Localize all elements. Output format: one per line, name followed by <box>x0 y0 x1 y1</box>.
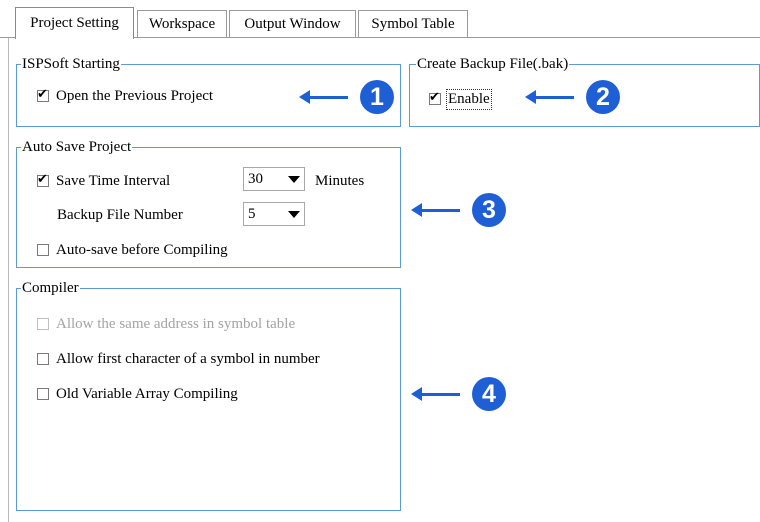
old-variable-array-checkbox[interactable]: Old Variable Array Compiling <box>37 384 238 404</box>
check-mark-icon: ✔ <box>429 90 440 105</box>
dropdown-value: 5 <box>248 206 256 222</box>
check-mark-icon: ✔ <box>37 172 48 187</box>
checkbox-box[interactable]: ✔ <box>37 87 49 102</box>
arrow-left-icon <box>411 386 460 401</box>
tab-output-window[interactable]: Output Window <box>229 10 356 37</box>
save-interval-dropdown[interactable]: 30 <box>243 167 305 191</box>
checkbox-label: Allow first character of a symbol in num… <box>56 350 320 367</box>
dropdown-arrow-icon[interactable] <box>288 211 300 218</box>
group-title: Create Backup File(.bak) <box>416 54 570 74</box>
auto-save-before-compiling-checkbox[interactable]: Auto-save before Compiling <box>37 240 228 260</box>
group-title: Compiler <box>21 278 80 298</box>
tab-bar: Project Setting Workspace Output Window … <box>0 0 760 40</box>
checkbox-label: Open the Previous Project <box>56 87 214 104</box>
arrow-left-icon <box>525 89 574 104</box>
save-time-interval-checkbox[interactable]: ✔ Save Time Interval <box>37 171 170 191</box>
callout-2: 2 <box>525 80 620 114</box>
enable-backup-checkbox[interactable]: ✔ Enable <box>429 88 492 110</box>
group-title: ISPSoft Starting <box>21 54 121 74</box>
checkbox-box[interactable]: ✔ <box>37 172 49 187</box>
tab-workspace[interactable]: Workspace <box>137 10 227 37</box>
same-address-checkbox: Allow the same address in symbol table <box>37 314 295 334</box>
group-auto-save: Auto Save Project ✔ Save Time Interval 3… <box>16 137 401 268</box>
minutes-label: Minutes <box>315 172 365 189</box>
arrow-left-icon <box>411 202 460 217</box>
backup-number-dropdown[interactable]: 5 <box>243 202 305 226</box>
checkbox-box[interactable] <box>37 244 49 256</box>
dropdown-arrow-icon[interactable] <box>288 176 300 183</box>
checkbox-label: Old Variable Array Compiling <box>56 385 238 402</box>
first-char-number-checkbox[interactable]: Allow first character of a symbol in num… <box>37 349 320 369</box>
checkbox-label: Allow the same address in symbol table <box>56 315 296 332</box>
callout-number: 2 <box>586 80 620 114</box>
group-compiler: Compiler Allow the same address in symbo… <box>16 278 401 511</box>
checkbox-label: Enable <box>446 88 492 110</box>
callout-4: 4 <box>411 377 506 411</box>
dropdown-value: 30 <box>248 171 263 187</box>
backup-file-number-label: Backup File Number <box>57 206 183 223</box>
arrow-left-icon <box>299 89 348 104</box>
check-mark-icon: ✔ <box>37 87 48 102</box>
tab-symbol-table[interactable]: Symbol Table <box>358 10 468 37</box>
checkbox-box <box>37 318 49 330</box>
checkbox-box[interactable]: ✔ <box>429 90 441 105</box>
callout-1: 1 <box>299 80 394 114</box>
callout-number: 3 <box>472 193 506 227</box>
open-previous-project-checkbox[interactable]: ✔ Open the Previous Project <box>37 86 213 106</box>
checkbox-label: Auto-save before Compiling <box>56 241 228 258</box>
checkbox-box[interactable] <box>37 388 49 400</box>
tab-project-setting[interactable]: Project Setting <box>15 7 134 39</box>
group-title: Auto Save Project <box>21 137 133 157</box>
callout-3: 3 <box>411 193 506 227</box>
checkbox-label: Save Time Interval <box>56 172 171 189</box>
checkbox-box[interactable] <box>37 353 49 365</box>
callout-number: 1 <box>360 80 394 114</box>
callout-number: 4 <box>472 377 506 411</box>
